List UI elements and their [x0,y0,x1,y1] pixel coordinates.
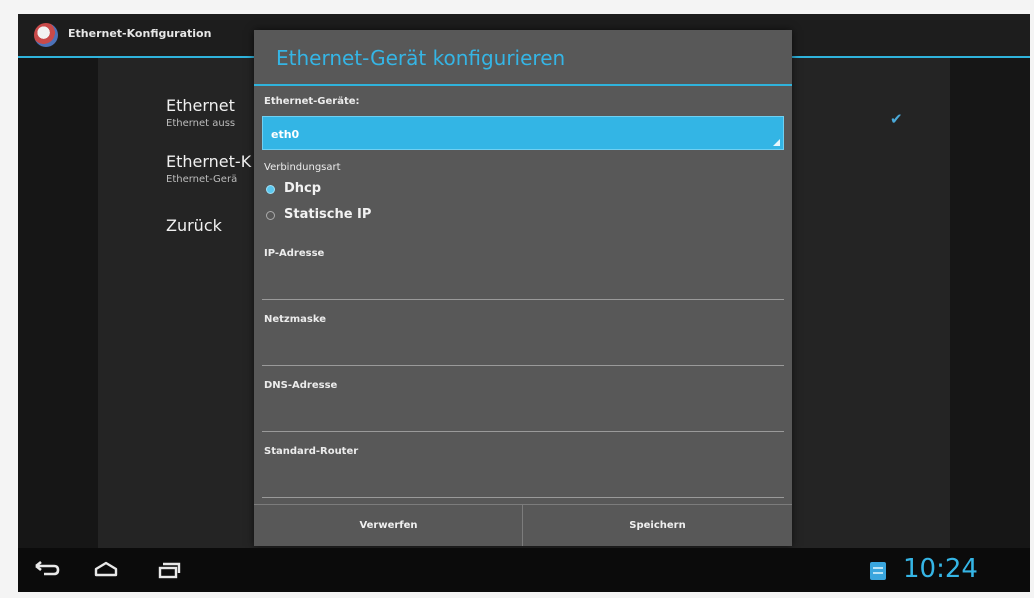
default-router-input[interactable] [262,468,784,498]
home-icon[interactable] [84,548,128,592]
connection-type-label: Verbindungsart [264,162,341,173]
notification-icon[interactable] [870,562,886,580]
default-router-label: Standard-Router [264,446,359,457]
ip-address-label: IP-Adresse [264,248,325,259]
preference-subtitle: Ethernet auss [166,118,236,129]
netmask-label: Netzmaske [264,314,327,325]
dialog-title: Ethernet-Gerät konfigurieren [276,46,566,70]
dropdown-corner-icon [773,139,780,146]
ethernet-config-dialog: Ethernet-Gerät konfigurieren Ethernet-Ge… [254,30,792,546]
tablet-screen: Ethernet-Konfiguration Ethernet Ethernet… [18,14,1030,592]
save-button[interactable]: Speichern [523,505,792,546]
discard-button[interactable]: Verwerfen [254,505,523,546]
back-icon[interactable] [24,548,68,592]
dns-address-input[interactable] [262,402,784,432]
preference-subtitle: Ethernet-Gerä [166,174,238,185]
recent-apps-icon[interactable] [146,548,190,592]
preference-title: Ethernet [166,96,235,115]
device-label: Ethernet-Geräte: [264,96,360,107]
ip-address-input[interactable] [262,270,784,300]
app-title: Ethernet-Konfiguration [68,27,212,40]
preference-title: Ethernet-K [166,152,252,171]
radio-label: Statische IP [284,207,372,222]
dialog-button-bar: Verwerfen Speichern [254,504,792,546]
navigation-bar: 10:24 [18,548,1030,592]
clock[interactable]: 10:24 [903,554,978,584]
preference-title: Zurück [166,216,222,235]
device-select[interactable]: eth0 [262,116,784,150]
device-select-value: eth0 [271,128,300,141]
radio-unchecked-icon [266,211,275,220]
app-icon[interactable] [34,23,58,47]
radio-checked-icon [266,185,275,194]
checkmark-icon[interactable]: ✔ [890,110,903,128]
netmask-input[interactable] [262,336,784,366]
radio-label: Dhcp [284,181,322,196]
dialog-title-divider [254,84,792,86]
dns-address-label: DNS-Adresse [264,380,338,391]
